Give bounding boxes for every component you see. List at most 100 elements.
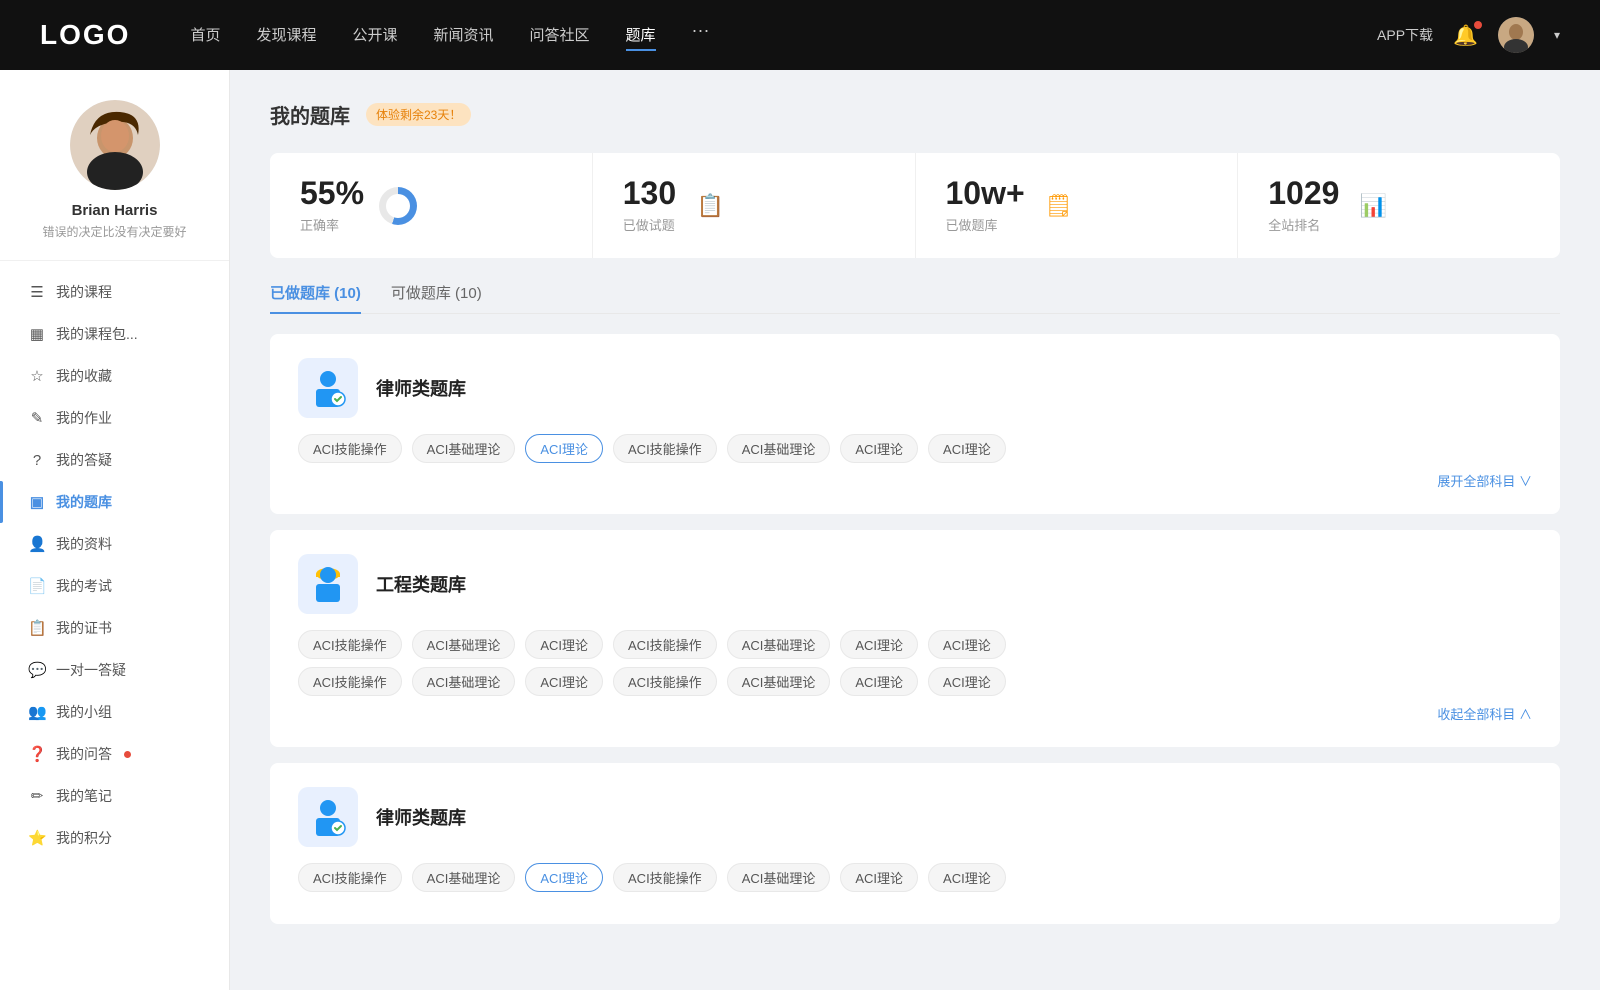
tag-item[interactable]: ACI技能操作 <box>298 667 402 696</box>
my-qa-icon: ❓ <box>28 745 46 763</box>
questions-icon: 📋 <box>690 186 730 226</box>
sidebar-item-homework[interactable]: ✎ 我的作业 <box>0 397 229 439</box>
page-title: 我的题库 <box>270 100 350 129</box>
tag-item[interactable]: ACI理论 <box>928 630 1006 659</box>
notification-badge <box>1474 21 1482 29</box>
tag-item-active[interactable]: ACI理论 <box>525 434 603 463</box>
homework-icon: ✎ <box>28 409 46 427</box>
nav-news[interactable]: 新闻资讯 <box>434 20 494 51</box>
user-avatar-nav[interactable] <box>1498 17 1534 53</box>
qbank-lawyer-2-title: 律师类题库 <box>376 804 466 830</box>
rank-icon: 📊 <box>1353 186 1393 226</box>
nav-more[interactable]: ··· <box>692 20 710 51</box>
tag-item[interactable]: ACI技能操作 <box>298 434 402 463</box>
sidebar-item-exam[interactable]: 📄 我的考试 <box>0 565 229 607</box>
sidebar-item-points[interactable]: ⭐ 我的积分 <box>0 817 229 859</box>
tag-item[interactable]: ACI理论 <box>840 434 918 463</box>
nav-discover[interactable]: 发现课程 <box>256 20 316 51</box>
tag-item[interactable]: ACI技能操作 <box>298 863 402 892</box>
sidebar-item-qbank[interactable]: ▣ 我的题库 <box>0 481 229 523</box>
exam-icon: 📄 <box>28 577 46 595</box>
tag-item[interactable]: ACI理论 <box>525 630 603 659</box>
packages-icon: ▦ <box>28 325 46 343</box>
qa-icon: ? <box>28 452 46 469</box>
stat-accuracy-label: 正确率 <box>300 215 364 234</box>
sidebar-item-profile[interactable]: 👤 我的资料 <box>0 523 229 565</box>
tag-item[interactable]: ACI技能操作 <box>613 667 717 696</box>
tab-done[interactable]: 已做题库 (10) <box>270 282 361 313</box>
stat-rank-number: 1029 <box>1268 177 1339 209</box>
tag-item[interactable]: ACI理论 <box>928 667 1006 696</box>
stat-banks-done: 10w+ 已做题库 🗒 <box>916 153 1239 258</box>
qbank-lawyer-2-tags: ACI技能操作 ACI基础理论 ACI理论 ACI技能操作 ACI基础理论 AC… <box>298 863 1532 892</box>
tag-item-active[interactable]: ACI理论 <box>525 863 603 892</box>
certificate-icon: 📋 <box>28 619 46 637</box>
groups-icon: 👥 <box>28 703 46 721</box>
tag-item[interactable]: ACI技能操作 <box>298 630 402 659</box>
sidebar-item-groups[interactable]: 👥 我的小组 <box>0 691 229 733</box>
tag-item[interactable]: ACI技能操作 <box>613 434 717 463</box>
tag-item[interactable]: ACI理论 <box>928 863 1006 892</box>
qbank-lawyer-2-icon <box>298 787 358 847</box>
sidebar-item-my-qa[interactable]: ❓ 我的问答 <box>0 733 229 775</box>
tag-item[interactable]: ACI理论 <box>840 630 918 659</box>
sidebar-menu: ☰ 我的课程 ▦ 我的课程包... ☆ 我的收藏 ✎ 我的作业 ? 我的答疑 ▣… <box>0 271 229 859</box>
tab-available[interactable]: 可做题库 (10) <box>391 282 482 313</box>
sidebar-item-tutoring[interactable]: 💬 一对一答疑 <box>0 649 229 691</box>
sidebar-item-course-packages[interactable]: ▦ 我的课程包... <box>0 313 229 355</box>
user-name: Brian Harris <box>72 202 158 219</box>
tag-item[interactable]: ACI基础理论 <box>412 863 516 892</box>
nav-open-course[interactable]: 公开课 <box>352 20 397 51</box>
sidebar-item-notes[interactable]: ✏ 我的笔记 <box>0 775 229 817</box>
qbank-engineer-tags-row1: ACI技能操作 ACI基础理论 ACI理论 ACI技能操作 ACI基础理论 AC… <box>298 630 1532 659</box>
navbar-right: APP下载 🔔 ▾ <box>1377 17 1560 53</box>
stat-questions-done-number: 130 <box>623 177 676 209</box>
stat-accuracy-number: 55% <box>300 177 364 209</box>
app-download-button[interactable]: APP下载 <box>1377 25 1433 45</box>
nav-qa[interactable]: 问答社区 <box>530 20 590 51</box>
qa-badge <box>124 751 131 758</box>
qbank-lawyer-1-tags: ACI技能操作 ACI基础理论 ACI理论 ACI技能操作 ACI基础理论 AC… <box>298 434 1532 463</box>
collapse-link-engineer[interactable]: 收起全部科目 ∧ <box>298 704 1532 723</box>
expand-link-lawyer-1[interactable]: 展开全部科目 ∨ <box>298 471 1532 490</box>
tag-item[interactable]: ACI理论 <box>525 667 603 696</box>
qbank-card-lawyer-1: 律师类题库 ACI技能操作 ACI基础理论 ACI理论 ACI技能操作 ACI基… <box>270 334 1560 514</box>
pie-chart <box>379 187 417 225</box>
points-icon: ⭐ <box>28 829 46 847</box>
stat-accuracy: 55% 正确率 <box>270 153 593 258</box>
stat-rank-label: 全站排名 <box>1268 215 1339 234</box>
tag-item[interactable]: ACI理论 <box>840 667 918 696</box>
favorites-icon: ☆ <box>28 367 46 385</box>
user-dropdown-arrow[interactable]: ▾ <box>1554 28 1560 42</box>
notes-icon: ✏ <box>28 787 46 805</box>
tag-item[interactable]: ACI基础理论 <box>727 630 831 659</box>
qbank-card-engineer: 工程类题库 ACI技能操作 ACI基础理论 ACI理论 ACI技能操作 ACI基… <box>270 530 1560 747</box>
sidebar-item-qa[interactable]: ? 我的答疑 <box>0 439 229 481</box>
tag-item[interactable]: ACI技能操作 <box>613 630 717 659</box>
notification-bell[interactable]: 🔔 <box>1453 23 1478 48</box>
tag-item[interactable]: ACI理论 <box>840 863 918 892</box>
qbank-icon: ▣ <box>28 493 46 511</box>
nav-qbank[interactable]: 题库 <box>626 20 656 51</box>
tag-item[interactable]: ACI技能操作 <box>613 863 717 892</box>
tag-item[interactable]: ACI基础理论 <box>727 863 831 892</box>
tag-item[interactable]: ACI基础理论 <box>727 434 831 463</box>
stat-banks-done-label: 已做题库 <box>946 215 1025 234</box>
profile-icon: 👤 <box>28 535 46 553</box>
tag-item[interactable]: ACI基础理论 <box>412 630 516 659</box>
stat-questions-done: 130 已做试题 📋 <box>593 153 916 258</box>
sidebar: Brian Harris 错误的决定比没有决定要好 ☰ 我的课程 ▦ 我的课程包… <box>0 70 230 990</box>
logo: LOGO <box>40 19 130 51</box>
tag-item[interactable]: ACI基础理论 <box>412 434 516 463</box>
sidebar-item-favorites[interactable]: ☆ 我的收藏 <box>0 355 229 397</box>
sidebar-item-certificate[interactable]: 📋 我的证书 <box>0 607 229 649</box>
tag-item[interactable]: ACI基础理论 <box>727 667 831 696</box>
page-container: Brian Harris 错误的决定比没有决定要好 ☰ 我的课程 ▦ 我的课程包… <box>0 70 1600 990</box>
tag-item[interactable]: ACI基础理论 <box>412 667 516 696</box>
trial-badge: 体验剩余23天！ <box>366 103 471 126</box>
tab-bar: 已做题库 (10) 可做题库 (10) <box>270 282 1560 314</box>
user-profile: Brian Harris 错误的决定比没有决定要好 <box>0 100 229 261</box>
tag-item[interactable]: ACI理论 <box>928 434 1006 463</box>
nav-home[interactable]: 首页 <box>190 20 220 51</box>
sidebar-item-my-courses[interactable]: ☰ 我的课程 <box>0 271 229 313</box>
